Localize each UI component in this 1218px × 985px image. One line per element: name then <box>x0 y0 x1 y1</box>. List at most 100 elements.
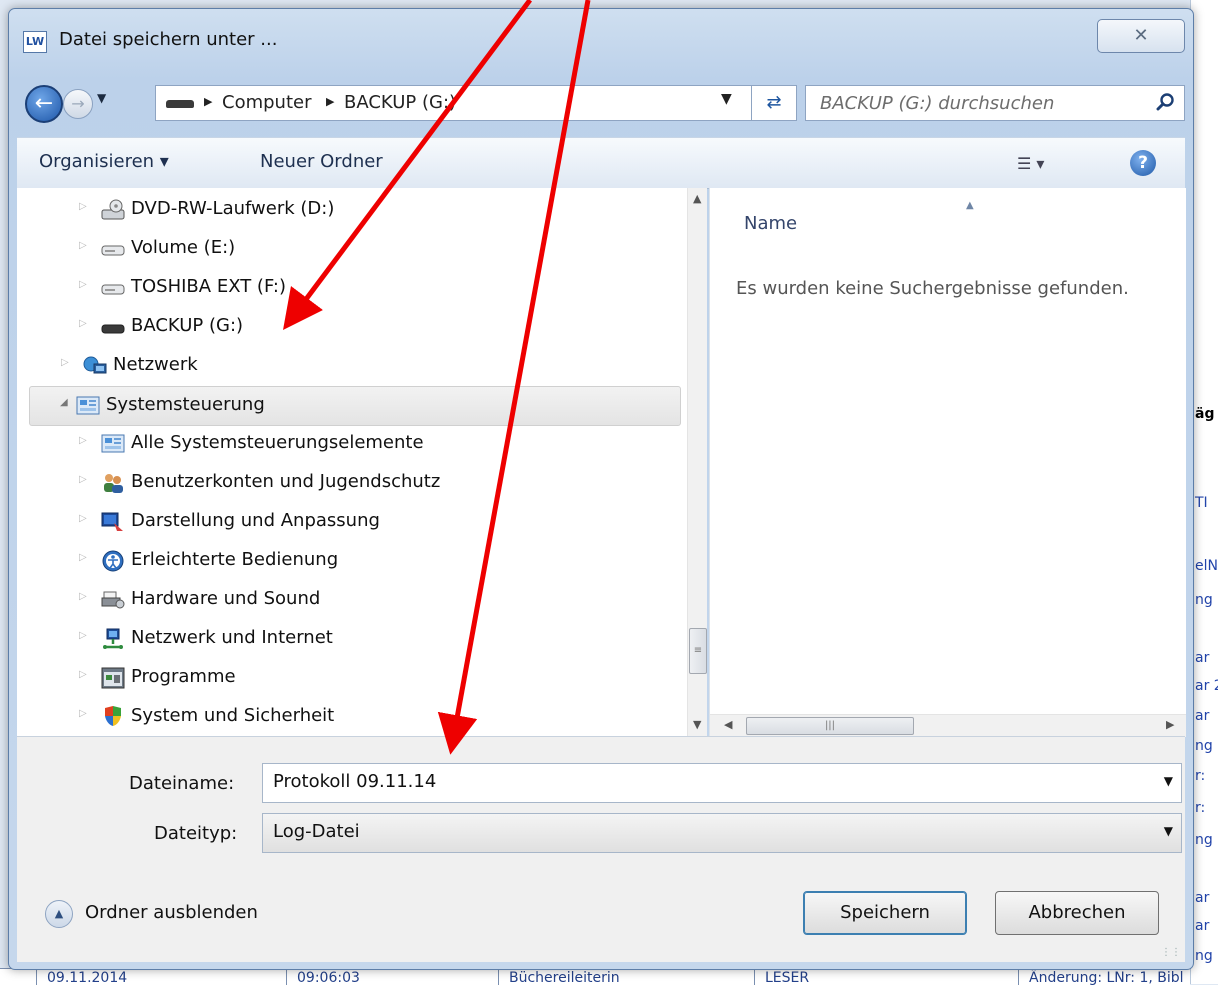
nav-item-netzwerk[interactable]: ▷ Netzwerk <box>61 347 621 385</box>
nav-item-label: Darstellung und Anpassung <box>131 510 380 531</box>
filetype-label: Dateityp: <box>154 823 238 844</box>
scrollbar-thumb[interactable]: ||| <box>746 717 914 735</box>
breadcrumb-separator-icon[interactable]: ▶ <box>326 95 334 108</box>
background-cell-change: Änderung: LNr: 1, Bibl <box>1018 969 1184 985</box>
expand-arrow-icon[interactable]: ▷ <box>79 279 87 290</box>
save-button[interactable]: Speichern <box>803 891 967 935</box>
collapse-arrow-icon[interactable]: ◢ <box>60 397 68 408</box>
scrollbar-thumb[interactable]: ≡ <box>689 628 707 674</box>
save-form-area: Dateiname: Protokoll 09.11.14 ▼ Dateityp… <box>17 736 1185 962</box>
nav-item-benutzerkonten[interactable]: ▷ Benutzerkonten und Jugendschutz <box>79 464 639 502</box>
search-icon[interactable] <box>1156 92 1176 112</box>
scroll-down-icon[interactable]: ▼ <box>693 718 701 731</box>
dvd-drive-icon <box>101 199 125 220</box>
scroll-up-icon[interactable]: ▲ <box>693 192 701 205</box>
nav-item-system-sicherheit[interactable]: ▷ System und Sicherheit <box>79 698 639 736</box>
expand-arrow-icon[interactable]: ▷ <box>79 513 87 524</box>
background-snippet: r: <box>1195 800 1206 816</box>
background-snippet: ng <box>1195 738 1213 754</box>
nav-item-systemsteuerung[interactable]: ◢ Systemsteuerung <box>29 386 681 426</box>
filetype-dropdown-icon[interactable]: ▼ <box>1164 824 1173 838</box>
expand-arrow-icon[interactable]: ▷ <box>79 318 87 329</box>
expand-arrow-icon[interactable]: ▷ <box>79 201 87 212</box>
new-folder-button[interactable]: Neuer Ordner <box>260 151 383 172</box>
breadcrumb-backup[interactable]: BACKUP (G:) <box>344 92 456 113</box>
organize-button[interactable]: Organisieren ▾ <box>39 151 169 172</box>
nav-vertical-scrollbar[interactable]: ▲ ≡ ▼ <box>687 188 707 736</box>
command-toolbar: Organisieren ▾ Neuer Ordner ☰ ▾ ? <box>17 137 1185 189</box>
nav-item-toshiba-ext[interactable]: ▷ TOSHIBA EXT (F:) <box>79 269 619 307</box>
background-cell-role: Büchereileiterin <box>498 969 620 985</box>
expand-arrow-icon[interactable]: ▷ <box>79 630 87 641</box>
search-input[interactable]: BACKUP (G:) durchsuchen <box>820 93 1054 114</box>
file-list-pane: ▲ Name Es wurden keine Suchergebnisse ge… <box>709 188 1186 737</box>
expand-arrow-icon[interactable]: ▷ <box>61 357 69 368</box>
filetype-select[interactable]: Log-Datei ▼ <box>262 813 1182 853</box>
back-button[interactable]: ← <box>25 85 63 123</box>
expand-arrow-icon[interactable]: ▷ <box>79 708 87 719</box>
search-box[interactable]: BACKUP (G:) durchsuchen <box>805 85 1185 121</box>
resize-grip-icon[interactable]: ⋮⋮ <box>1161 947 1181 958</box>
users-icon <box>104 474 123 493</box>
security-icon <box>105 706 121 726</box>
control-panel-icon <box>76 396 100 415</box>
forward-button[interactable]: → <box>63 89 93 119</box>
expand-arrow-icon[interactable]: ▷ <box>79 591 87 602</box>
expand-arrow-icon[interactable]: ▷ <box>79 435 87 446</box>
nav-item-hardware-sound[interactable]: ▷ Hardware und Sound <box>79 581 639 619</box>
nav-item-backup-g[interactable]: ▷ BACKUP (G:) <box>79 308 619 346</box>
save-as-dialog: LW Datei speichern unter ... ✕ ← → ▼ ▶ C… <box>8 8 1194 970</box>
expand-arrow-icon[interactable]: ▷ <box>79 552 87 563</box>
globe-network-icon <box>103 628 123 649</box>
background-snippet: r: <box>1195 768 1206 784</box>
hard-drive-icon <box>101 245 125 256</box>
nav-item-label: Systemsteuerung <box>106 394 265 415</box>
chevron-up-icon[interactable]: ▲ <box>45 900 73 928</box>
background-snippet: ar <box>1195 650 1210 666</box>
breadcrumb-separator-icon[interactable]: ▶ <box>204 95 212 108</box>
programs-icon <box>101 667 125 689</box>
nav-item-darstellung[interactable]: ▷ Darstellung und Anpassung <box>79 503 639 541</box>
address-bar[interactable]: ▶ Computer ▶ BACKUP (G:) <box>155 85 781 121</box>
background-cell-type: LESER <box>754 969 809 985</box>
nav-item-dvd-drive[interactable]: ▷ DVD-RW-Laufwerk (D:) <box>79 191 619 229</box>
scroll-left-icon[interactable]: ◀ <box>724 718 732 731</box>
cancel-button[interactable]: Abbrechen <box>995 891 1159 935</box>
history-dropdown-icon[interactable]: ▼ <box>97 91 106 105</box>
list-horizontal-scrollbar[interactable]: ◀ ||| ▶ <box>710 714 1186 737</box>
filename-field[interactable]: Protokoll 09.11.14 ▼ <box>262 763 1182 803</box>
background-snippet: ar <box>1195 918 1210 934</box>
nav-item-label: BACKUP (G:) <box>131 315 244 336</box>
filetype-value[interactable]: Log-Datei <box>273 821 360 842</box>
filename-dropdown-icon[interactable]: ▼ <box>1164 774 1173 788</box>
breadcrumb-computer[interactable]: Computer <box>222 92 311 113</box>
refresh-button[interactable]: ⇄ <box>751 85 797 121</box>
nav-item-programme[interactable]: ▷ Programme <box>79 659 639 697</box>
scroll-right-icon[interactable]: ▶ <box>1166 718 1174 731</box>
background-snippet: ar <box>1195 890 1210 906</box>
filename-value[interactable]: Protokoll 09.11.14 <box>273 771 436 792</box>
close-button[interactable]: ✕ <box>1097 19 1185 53</box>
nav-item-label: Benutzerkonten und Jugendschutz <box>131 471 441 492</box>
title-bar[interactable]: LW Datei speichern unter ... ✕ <box>9 9 1193 69</box>
nav-item-erleichterte-bedienung[interactable]: ▷ Erleichterte Bedienung <box>79 542 639 580</box>
nav-item-volume-e[interactable]: ▷ Volume (E:) <box>79 230 619 268</box>
address-dropdown-icon[interactable]: ▼ <box>721 91 732 107</box>
removable-drive-icon <box>101 324 125 334</box>
navigation-pane: ▷ DVD-RW-Laufwerk (D:) ▷ Volume (E:) ▷ T… <box>17 188 707 736</box>
filename-label: Dateiname: <box>129 773 235 794</box>
column-header-name[interactable]: Name <box>744 213 797 234</box>
printer-icon <box>101 591 125 609</box>
expand-arrow-icon[interactable]: ▷ <box>79 474 87 485</box>
background-table-row: 09.11.2014 09:06:03 Büchereileiterin LES… <box>0 968 1190 985</box>
nav-item-alle-elemente[interactable]: ▷ Alle Systemsteuerungselemente <box>79 425 639 463</box>
expand-arrow-icon[interactable]: ▷ <box>79 240 87 251</box>
help-icon[interactable]: ? <box>1130 150 1156 176</box>
view-options-icon[interactable]: ☰ ▾ <box>1017 154 1044 173</box>
background-snippet: ng <box>1195 592 1213 608</box>
hide-folders-label[interactable]: Ordner ausblenden <box>85 902 258 923</box>
expand-arrow-icon[interactable]: ▷ <box>79 669 87 680</box>
nav-item-label: DVD-RW-Laufwerk (D:) <box>131 198 335 219</box>
nav-item-netzwerk-internet[interactable]: ▷ Netzwerk und Internet <box>79 620 639 658</box>
ease-of-access-icon <box>102 550 124 572</box>
